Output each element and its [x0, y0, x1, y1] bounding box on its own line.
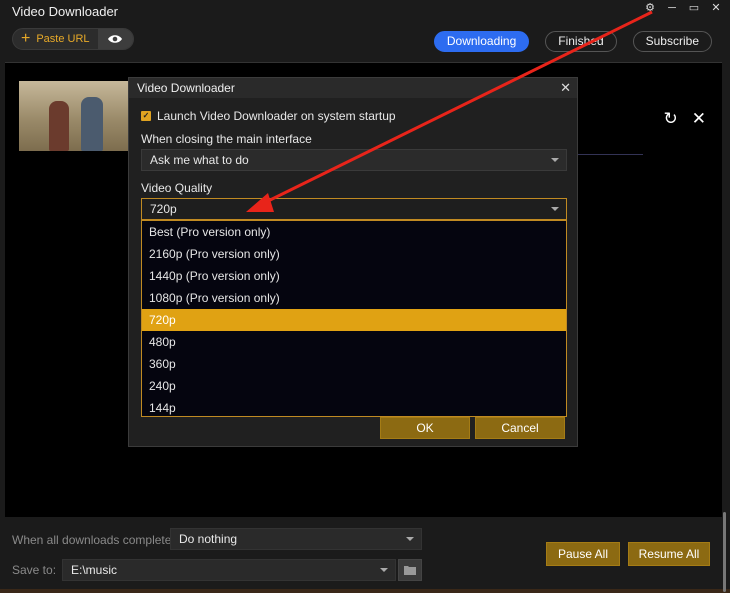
gear-icon[interactable]: ⚙	[644, 2, 656, 14]
eye-toggle-button[interactable]	[97, 29, 133, 49]
quality-select[interactable]: 720p	[141, 198, 567, 220]
quality-option[interactable]: 144p	[142, 397, 566, 419]
ok-button[interactable]: OK	[380, 417, 470, 439]
refresh-icon[interactable]: ↻	[664, 109, 678, 129]
quality-option[interactable]: 1440p (Pro version only)	[142, 265, 566, 287]
quality-option[interactable]: 1080p (Pro version only)	[142, 287, 566, 309]
bottom-strip	[0, 589, 730, 593]
browse-folder-button[interactable]	[398, 559, 422, 581]
quality-option[interactable]: Best (Pro version only)	[142, 221, 566, 243]
tab-subscribe[interactable]: Subscribe	[632, 31, 712, 52]
quality-option-selected[interactable]: 720p	[142, 309, 566, 331]
quality-label: Video Quality	[141, 181, 213, 195]
settings-dialog: Video Downloader ✕ ✓ Launch Video Downlo…	[128, 77, 578, 447]
chevron-down-icon	[551, 158, 559, 162]
cancel-button[interactable]: Cancel	[475, 417, 565, 439]
chevron-down-icon	[551, 207, 559, 211]
paste-url-area[interactable]: + Paste URL	[13, 29, 98, 49]
progress-bar	[573, 154, 643, 155]
app-window: Video Downloader ⚙ ─ ▭ ✕ + Paste URL Dow…	[0, 0, 730, 593]
quality-option[interactable]: 360p	[142, 353, 566, 375]
title-bar: Video Downloader ⚙ ─ ▭ ✕ + Paste URL Dow…	[0, 0, 730, 60]
maximize-icon[interactable]: ▭	[688, 2, 700, 14]
chevron-down-icon	[380, 568, 388, 572]
video-thumbnail	[19, 81, 131, 151]
startup-label: Launch Video Downloader on system startu…	[157, 109, 396, 123]
window-controls: ⚙ ─ ▭ ✕	[644, 2, 722, 14]
quality-value: 720p	[150, 202, 177, 216]
eye-icon	[108, 35, 123, 43]
tab-bar: Downloading Finished Subscribe	[433, 31, 712, 52]
startup-option[interactable]: ✓ Launch Video Downloader on system star…	[141, 109, 396, 123]
minimize-icon[interactable]: ─	[666, 2, 678, 14]
folder-icon	[404, 566, 416, 575]
close-icon[interactable]: ✕	[710, 2, 722, 14]
resume-all-button[interactable]: Resume All	[628, 542, 710, 566]
chevron-down-icon	[406, 537, 414, 541]
remove-icon[interactable]: ✕	[692, 109, 706, 129]
bottom-bar: When all downloads complete: Do nothing …	[0, 519, 730, 593]
app-title: Video Downloader	[12, 4, 118, 19]
quality-option[interactable]: 2160p (Pro version only)	[142, 243, 566, 265]
tab-downloading[interactable]: Downloading	[433, 31, 530, 52]
closing-label: When closing the main interface	[141, 132, 312, 146]
complete-action-value: Do nothing	[179, 532, 238, 546]
dialog-close-icon[interactable]: ✕	[560, 80, 571, 96]
save-path-value: E:\music	[71, 563, 118, 577]
paste-url-button[interactable]: + Paste URL	[12, 28, 134, 50]
closing-select[interactable]: Ask me what to do	[141, 149, 567, 171]
tab-finished[interactable]: Finished	[545, 31, 617, 52]
quality-dropdown: Best (Pro version only) 2160p (Pro versi…	[141, 220, 567, 417]
startup-checkbox[interactable]: ✓	[141, 111, 151, 121]
complete-action-select[interactable]: Do nothing	[170, 528, 422, 550]
row-actions: ↻ ✕	[664, 109, 707, 129]
save-to-label: Save to:	[12, 563, 57, 577]
quality-option[interactable]: 240p	[142, 375, 566, 397]
complete-label: When all downloads complete:	[12, 533, 175, 547]
plus-icon: +	[21, 30, 31, 47]
scrollbar[interactable]	[723, 512, 726, 592]
pause-all-button[interactable]: Pause All	[546, 542, 620, 566]
save-path-select[interactable]: E:\music	[62, 559, 396, 581]
paste-url-label: Paste URL	[36, 33, 90, 45]
dialog-title: Video Downloader	[129, 78, 577, 98]
closing-value: Ask me what to do	[150, 153, 249, 167]
quality-option[interactable]: 480p	[142, 331, 566, 353]
